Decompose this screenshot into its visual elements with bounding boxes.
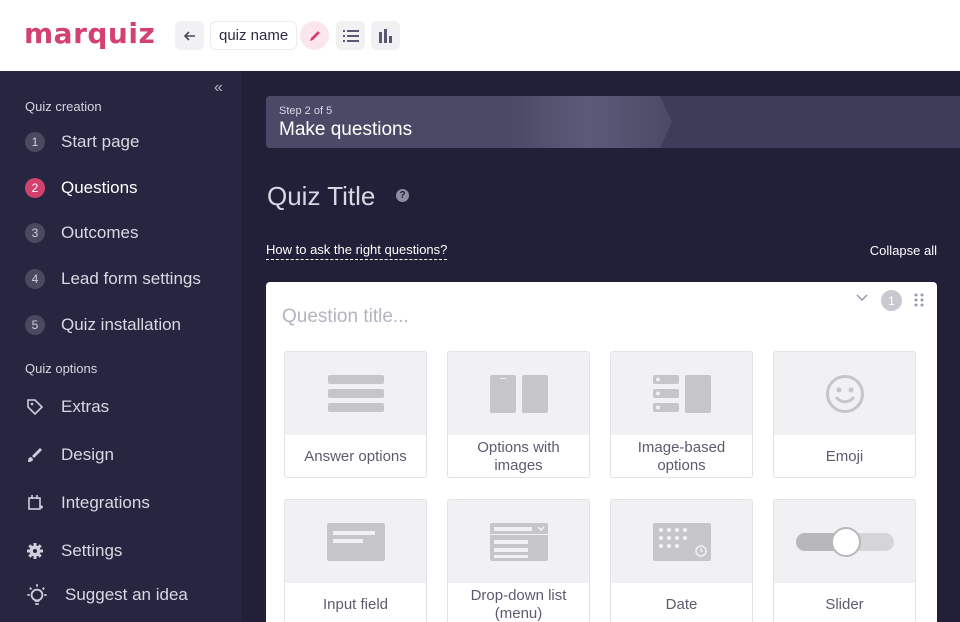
emoji-icon [825, 374, 864, 413]
sidebar-step-lead-form[interactable]: 4 Lead form settings [25, 266, 201, 292]
questions-list-button[interactable] [336, 21, 365, 50]
question-type-answer-options[interactable]: Answer options [284, 351, 427, 478]
options-with-images-icon [489, 374, 548, 413]
sidebar-step-installation[interactable]: 5 Quiz installation [25, 312, 181, 338]
dropdown-list-icon [489, 522, 548, 561]
step-number: 1 [25, 132, 45, 152]
statistics-button[interactable] [371, 21, 400, 50]
tile-label: Date [665, 595, 698, 613]
list-icon [342, 29, 359, 42]
question-type-dropdown-list[interactable]: Drop-down list (menu) [447, 499, 590, 622]
step-label: Lead form settings [61, 269, 201, 288]
pencil-icon [309, 30, 320, 41]
gear-icon [27, 543, 43, 559]
question-type-options-with-images[interactable]: Options with images [447, 351, 590, 478]
sidebar-item-label: Settings [61, 541, 123, 560]
chevron-down-icon[interactable] [856, 290, 868, 305]
answer-options-icon [327, 374, 384, 412]
tile-label: Input field [322, 595, 389, 613]
bar-chart-icon [378, 28, 392, 43]
question-type-slider[interactable]: Slider [773, 499, 916, 622]
question-type-image-based-options[interactable]: Image-based options [610, 351, 753, 478]
sidebar-step-questions[interactable]: 2 Questions [25, 175, 138, 201]
tile-label: Options with images [477, 438, 560, 474]
lightbulb-icon [27, 584, 47, 605]
marquiz-logo[interactable]: marquiz [24, 17, 155, 50]
sidebar-item-label: Design [61, 445, 114, 464]
tile-label: Image-based options [637, 438, 726, 474]
tile-label: Emoji [825, 447, 864, 465]
sidebar-step-start-page[interactable]: 1 Start page [25, 129, 139, 155]
quiz-options-title: Quiz options [25, 361, 98, 376]
sidebar-item-label: Suggest an idea [65, 585, 188, 604]
sidebar-item-suggest-idea[interactable]: Suggest an idea [25, 581, 188, 609]
sidebar-step-outcomes[interactable]: 3 Outcomes [25, 220, 138, 246]
question-type-input-field[interactable]: Input field [284, 499, 427, 622]
question-title-input[interactable]: Question title... [282, 306, 409, 328]
step-number: 2 [25, 178, 45, 198]
help-icon[interactable]: ? [396, 189, 409, 202]
collapse-sidebar-icon[interactable]: « [214, 79, 223, 97]
question-card: Question title... 1 Answer options Optio… [266, 282, 937, 622]
question-type-emoji[interactable]: Emoji [773, 351, 916, 478]
quiz-name-field[interactable]: quiz name [210, 21, 298, 50]
sidebar-item-settings[interactable]: Settings [25, 537, 122, 565]
main-area: Step 2 of 5 Make questions Quiz Title ? … [241, 71, 960, 622]
slider-icon [795, 526, 894, 557]
question-type-date[interactable]: Date [610, 499, 753, 622]
step-number: 4 [25, 269, 45, 289]
step-counter: Step 2 of 5 [279, 105, 333, 117]
integrations-icon [28, 495, 43, 510]
question-number-badge: 1 [881, 290, 902, 311]
sidebar-item-integrations[interactable]: Integrations [25, 489, 150, 517]
step-label: Outcomes [61, 223, 139, 242]
step-number: 3 [25, 223, 45, 243]
top-bar: marquiz quiz name [0, 0, 960, 71]
sidebar-item-design[interactable]: Design [25, 441, 114, 469]
tile-label: Slider [825, 595, 864, 613]
edit-button[interactable] [300, 21, 329, 50]
step-progress-bar: Step 2 of 5 Make questions [266, 96, 960, 148]
step-label: Questions [61, 178, 138, 197]
back-button[interactable] [175, 21, 204, 50]
step-title: Make questions [279, 119, 413, 140]
sidebar: « Quiz creation 1 Start page 2 Questions… [0, 71, 241, 622]
tile-label: Answer options [304, 447, 407, 465]
how-to-ask-link[interactable]: How to ask the right questions? [266, 242, 448, 260]
tile-label: Drop-down list (menu) [470, 586, 567, 622]
quiz-creation-title: Quiz creation [25, 99, 102, 114]
collapse-all-button[interactable]: Collapse all [870, 243, 937, 258]
date-icon [652, 522, 711, 561]
brush-icon [28, 448, 42, 462]
tag-icon [27, 399, 44, 416]
input-field-icon [326, 522, 385, 561]
step-label: Start page [61, 132, 140, 151]
drag-handle-icon[interactable] [914, 293, 924, 312]
sidebar-item-label: Integrations [61, 493, 150, 512]
step-label: Quiz installation [61, 315, 182, 334]
step-number: 5 [25, 315, 45, 335]
image-based-options-icon [652, 374, 711, 413]
sidebar-item-extras[interactable]: Extras [25, 393, 109, 421]
sidebar-item-label: Extras [61, 397, 110, 416]
quiz-title[interactable]: Quiz Title [267, 181, 375, 212]
arrow-left-icon [183, 30, 195, 41]
